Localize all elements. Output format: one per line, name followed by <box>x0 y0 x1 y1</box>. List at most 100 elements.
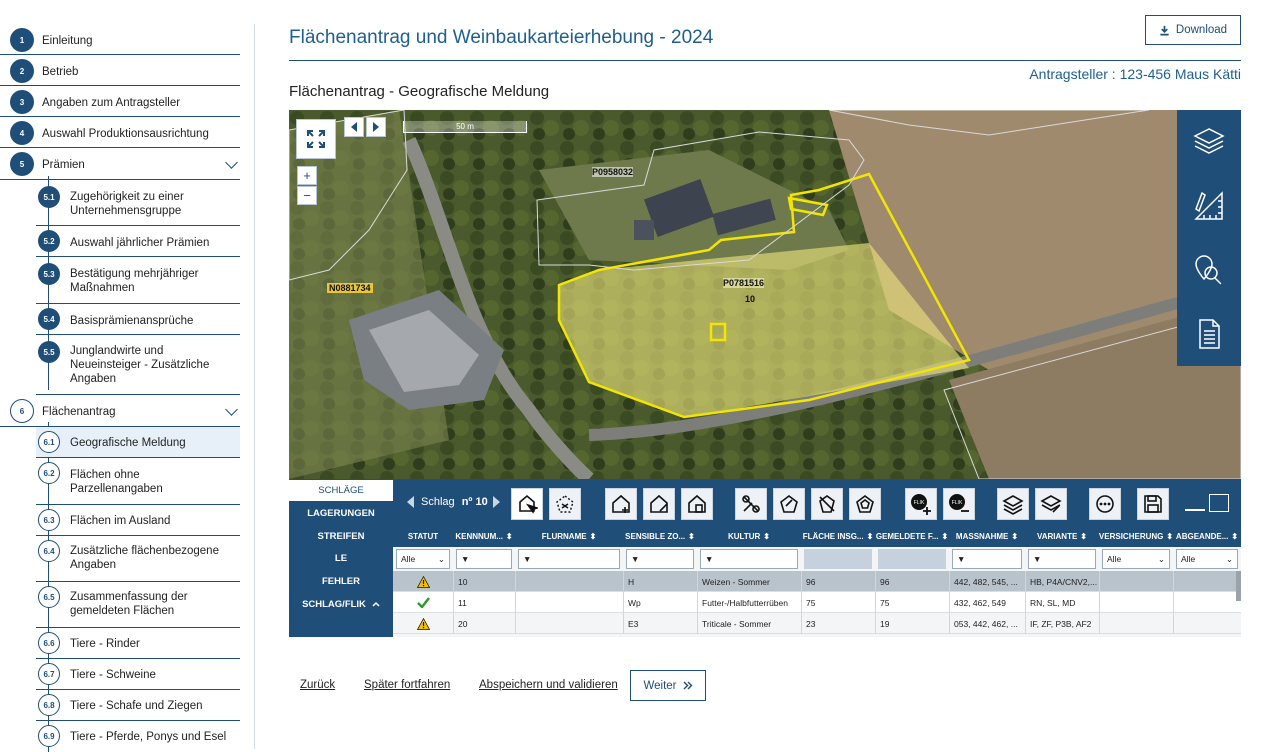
column-header-kennnummer[interactable]: KENNNUM... ⬍ <box>453 525 515 547</box>
flik-remove-button[interactable]: FLIK <box>943 488 975 520</box>
layers-b-button[interactable] <box>1035 488 1067 520</box>
select-multi-button[interactable] <box>549 488 581 520</box>
minimize-button[interactable] <box>1185 509 1205 511</box>
column-header-kultur[interactable]: KULTUR ⬍ <box>697 525 801 547</box>
save-button[interactable] <box>1137 488 1169 520</box>
nav-step-antragsteller[interactable]: 3 Angaben zum Antragsteller <box>0 86 240 117</box>
table-row[interactable]: 11 Wp Futter-/Halbfutterrüben 75 75 432,… <box>393 592 1241 613</box>
sensible-zone-filter-input[interactable]: ▼ <box>626 549 694 569</box>
nav-step-betrieb[interactable]: 2 Betrieb <box>0 55 240 86</box>
versicherung-filter-select[interactable]: Alle ⌄ <box>1102 549 1170 569</box>
table-row[interactable]: 20 E3 Triticale - Sommer 23 19 053, 442,… <box>393 613 1241 634</box>
cell-sensible-zone: Wp <box>623 592 697 613</box>
nav-step-praemien[interactable]: 5 Prämien <box>0 148 240 180</box>
column-header-versicherung[interactable]: VERSICHERUNG ⬍ <box>1099 525 1173 547</box>
report-button[interactable] <box>1177 302 1241 366</box>
massnahme-filter-input[interactable]: ▼ <box>952 549 1022 569</box>
nav-step-einleitung[interactable]: 1 Einleitung <box>0 24 240 55</box>
prev-parcel-icon[interactable] <box>405 495 415 509</box>
cell-abgeaendert <box>1173 571 1241 592</box>
cell-kultur: Triticale - Sommer <box>697 613 801 634</box>
select-polygon-button[interactable] <box>511 488 543 520</box>
zoom-in-button[interactable]: + <box>297 166 317 185</box>
save-validate-link[interactable]: Abspeichern und validieren <box>479 679 618 691</box>
zoom-out-button[interactable]: − <box>297 186 317 205</box>
add-polygon-button[interactable] <box>605 488 637 520</box>
layers-button[interactable] <box>1177 110 1241 174</box>
map-next-button[interactable] <box>366 117 386 137</box>
table-scrollbar[interactable] <box>1236 571 1241 601</box>
nav-substep-6-9[interactable]: 6.9 Tiere - Pferde, Ponys und Esel <box>36 721 240 752</box>
nav-substep-5-2[interactable]: 5.2 Auswahl jährlicher Prämien <box>36 226 240 257</box>
kultur-filter-input[interactable]: ▼ <box>700 549 798 569</box>
step-number-badge: 6.4 <box>38 540 60 562</box>
tab-fehler[interactable]: FEHLER <box>289 570 393 592</box>
abgeaendert-filter-select[interactable]: Alle ⌄ <box>1176 549 1238 569</box>
nav-substep-6-8[interactable]: 6.8 Tiere - Schafe und Ziegen <box>36 690 240 721</box>
status-filter-select[interactable]: Alle ⌄ <box>396 549 450 569</box>
flik-add-button[interactable]: FLIK <box>905 488 937 520</box>
column-header-abgeaendert[interactable]: ABGEANDE... ⬍ <box>1173 525 1241 547</box>
column-header-massnahme[interactable]: MASSNAHME ⬍ <box>949 525 1025 547</box>
column-header-sensible-zone[interactable]: SENSIBLE ZO... ⬍ <box>623 525 697 547</box>
map-prev-button[interactable] <box>344 117 364 137</box>
flurname-filter-input[interactable]: ▼ <box>518 549 620 569</box>
nav-substep-5-3[interactable]: 5.3 Bestätigung mehrjähriger Maßnahmen <box>36 257 240 304</box>
map-view[interactable]: P0781516 10 P0958032 N0881734 50 m + − <box>289 110 1241 479</box>
step-number-badge: 5.1 <box>38 186 60 208</box>
table-row[interactable]: 10 H Weizen - Sommer 96 96 442, 482, 545… <box>393 571 1241 592</box>
layers-a-button[interactable] <box>997 488 1029 520</box>
measure-button[interactable] <box>1177 174 1241 238</box>
nav-substep-6-4[interactable]: 6.4 Zusätzliche flächenbezogene Angaben <box>36 536 240 582</box>
download-button[interactable]: Download <box>1145 15 1241 45</box>
chevron-down-icon[interactable] <box>225 156 238 169</box>
continue-later-link[interactable]: Später fortfahren <box>364 679 450 691</box>
filter-sensible-zone: ▼ <box>623 547 697 571</box>
cell-massnahme: 432, 462, 549 <box>949 592 1025 613</box>
column-header-statut[interactable]: STATUT <box>393 525 453 547</box>
back-link[interactable]: Zurück <box>300 679 335 691</box>
fullscreen-button[interactable] <box>296 119 336 159</box>
kennnummer-filter-input[interactable]: ▼ <box>456 549 512 569</box>
nav-substep-5-4[interactable]: 5.4 Basisprämienansprüche <box>36 304 240 335</box>
tab-schlag-flik[interactable]: SCHLAG/FLIK <box>289 593 393 615</box>
pentagon-button[interactable] <box>849 488 881 520</box>
step-number-badge: 5.2 <box>38 230 60 252</box>
delete-polygon-button[interactable] <box>681 488 713 520</box>
tab-schlaege[interactable]: SCHLÄGE <box>289 480 393 501</box>
column-header-flurname[interactable]: FLURNAME ⬍ <box>515 525 623 547</box>
column-header-label: FLÄCHE INSG... <box>802 531 864 541</box>
nav-step-produktionsausrichtung[interactable]: 4 Auswahl Produktionsausrichtung <box>0 117 240 148</box>
nav-substep-6-1[interactable]: 6.1 Geografische Meldung <box>36 427 240 458</box>
step-number-badge: 5 <box>10 152 34 176</box>
next-parcel-icon[interactable] <box>492 495 502 509</box>
column-header-variante[interactable]: VARIANTE ⬍ <box>1025 525 1099 547</box>
more-button[interactable] <box>1089 488 1121 520</box>
variante-filter-input[interactable]: ▼ <box>1028 549 1096 569</box>
nav-substep-6-6[interactable]: 6.6 Tiere - Rinder <box>36 628 240 659</box>
nav-substep-5-5[interactable]: 5.5 Junglandwirte und Neueinsteiger - Zu… <box>36 335 240 395</box>
cell-flaeche: 96 <box>801 571 875 592</box>
edit-polygon-button[interactable] <box>643 488 675 520</box>
tab-label: SCHLAG/FLIK <box>302 598 366 610</box>
nav-substep-6-2[interactable]: 6.2 Flächen ohne Parzellenangaben <box>36 458 240 505</box>
tab-le[interactable]: LE <box>289 547 393 569</box>
split-polygon-button[interactable] <box>735 488 767 520</box>
tab-lagerungen[interactable]: LAGERUNGEN <box>289 502 393 524</box>
nav-substep-6-7[interactable]: 6.7 Tiere - Schweine <box>36 659 240 690</box>
nav-substep-5-1[interactable]: 5.1 Zugehörigkeit zu einer Unternehmensg… <box>36 180 240 226</box>
column-header-flaeche[interactable]: FLÄCHE INSG... ⬍ <box>801 525 875 547</box>
nav-substep-6-3[interactable]: 6.3 Flächen im Ausland <box>36 505 240 536</box>
maximize-button[interactable] <box>1209 494 1229 512</box>
chevron-down-icon[interactable] <box>225 403 238 416</box>
chevron-down-icon: ⌄ <box>1157 553 1165 564</box>
search-location-button[interactable] <box>1177 238 1241 302</box>
next-button[interactable]: Weiter <box>630 670 706 701</box>
draw-polygon-button[interactable] <box>811 488 843 520</box>
nav-step-flaechenantrag[interactable]: 6 Flächenantrag <box>0 395 240 427</box>
tab-streifen[interactable]: STREIFEN <box>289 525 393 547</box>
cell-kultur: Weizen - Sommer <box>697 571 801 592</box>
merge-polygon-button[interactable] <box>773 488 805 520</box>
nav-substep-6-5[interactable]: 6.5 Zusammenfassung der gemeldeten Fläch… <box>36 582 240 628</box>
column-header-gemeldet[interactable]: GEMELDETE F... ⬍ <box>875 525 949 547</box>
